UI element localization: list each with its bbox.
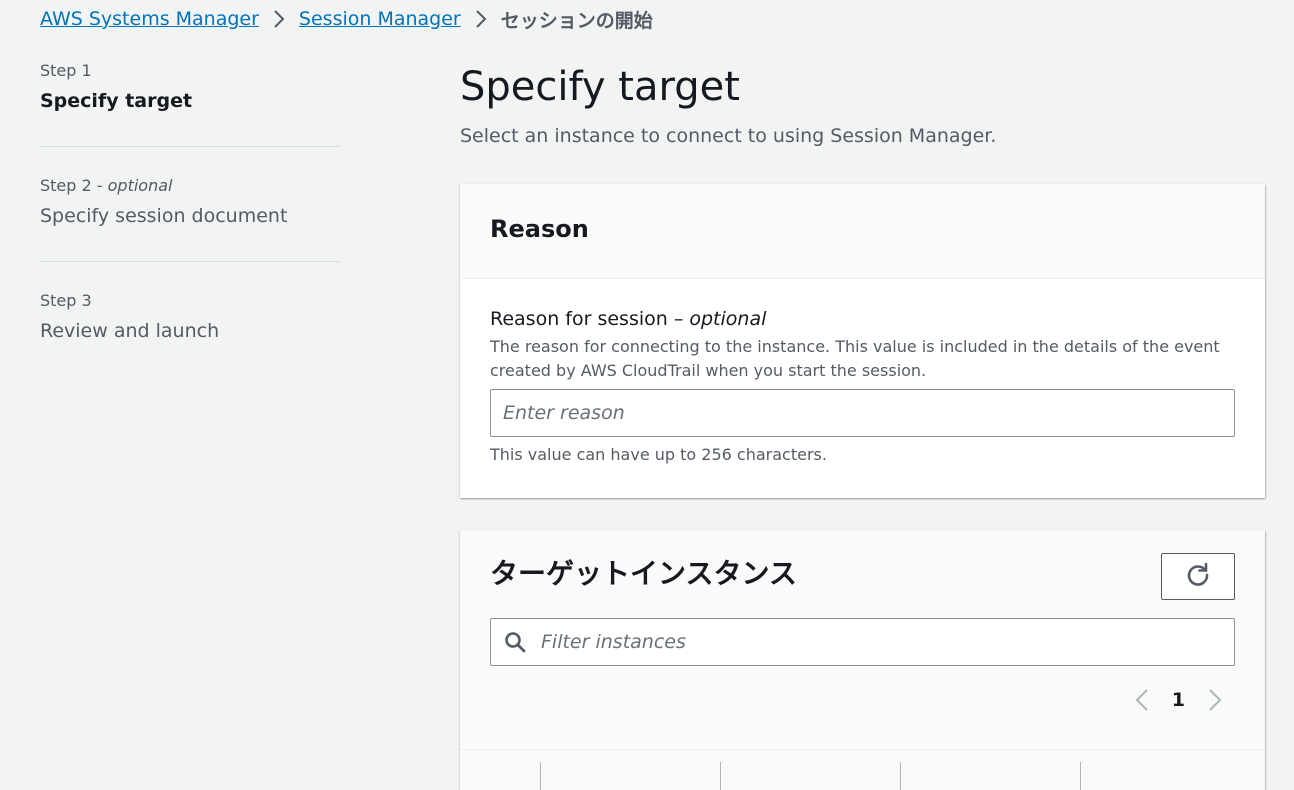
step-title-review-launch[interactable]: Review and launch — [40, 316, 340, 346]
pagination: 1 — [1130, 682, 1227, 718]
column-divider — [900, 762, 901, 790]
step-title-specify-target: Specify target — [40, 90, 193, 112]
filter-instances-input[interactable] — [539, 630, 1234, 654]
filter-instances-field — [490, 618, 1235, 666]
instances-table-header — [460, 750, 1265, 790]
reason-panel: Reason Reason for session – optional The… — [460, 184, 1265, 498]
step-number: Step 3 — [40, 291, 92, 310]
chevron-right-icon — [273, 9, 285, 29]
search-icon — [503, 630, 527, 654]
reason-input[interactable] — [490, 389, 1235, 437]
chevron-right-icon[interactable] — [1203, 682, 1227, 718]
target-instances-title: ターゲットインスタンス — [490, 557, 797, 590]
breadcrumb-link-systems-manager[interactable]: AWS Systems Manager — [40, 8, 259, 30]
reason-field-label: Reason for session – optional — [490, 308, 767, 330]
column-divider — [720, 762, 721, 790]
breadcrumb-link-session-manager[interactable]: Session Manager — [299, 8, 461, 30]
reason-panel-body: Reason for session – optional The reason… — [460, 279, 1265, 493]
page-number[interactable]: 1 — [1172, 689, 1185, 711]
target-instances-header: ターゲットインスタンス 1 — [460, 530, 1265, 750]
reason-panel-header: Reason — [460, 184, 1265, 279]
wizard-steps: Step 1 Specify target Step 2 - optional … — [40, 58, 340, 402]
wizard-step-3: Step 3 Review and launch — [40, 288, 340, 376]
step-number: Step 2 - optional — [40, 176, 173, 195]
chevron-left-icon[interactable] — [1130, 682, 1154, 718]
reason-field-constraint: This value can have up to 256 characters… — [490, 445, 827, 464]
page-description: Select an instance to connect to using S… — [460, 125, 997, 147]
refresh-button[interactable] — [1161, 553, 1235, 600]
refresh-icon — [1185, 562, 1211, 591]
chevron-right-icon — [475, 9, 487, 29]
wizard-step-2: Step 2 - optional Specify session docume… — [40, 173, 340, 262]
step-title-session-document[interactable]: Specify session document — [40, 201, 340, 231]
reason-field-description: The reason for connecting to the instanc… — [490, 337, 1220, 380]
breadcrumb-current: セッションの開始 — [500, 9, 653, 32]
column-divider — [1080, 762, 1081, 790]
column-divider — [540, 762, 541, 790]
reason-panel-title: Reason — [490, 215, 589, 243]
wizard-step-1: Step 1 Specify target — [40, 58, 340, 147]
breadcrumb: AWS Systems Manager Session Manager セッショ… — [40, 4, 653, 34]
page-title: Specify target — [460, 64, 740, 110]
step-number: Step 1 — [40, 61, 92, 80]
target-instances-panel: ターゲットインスタンス 1 — [460, 530, 1265, 790]
